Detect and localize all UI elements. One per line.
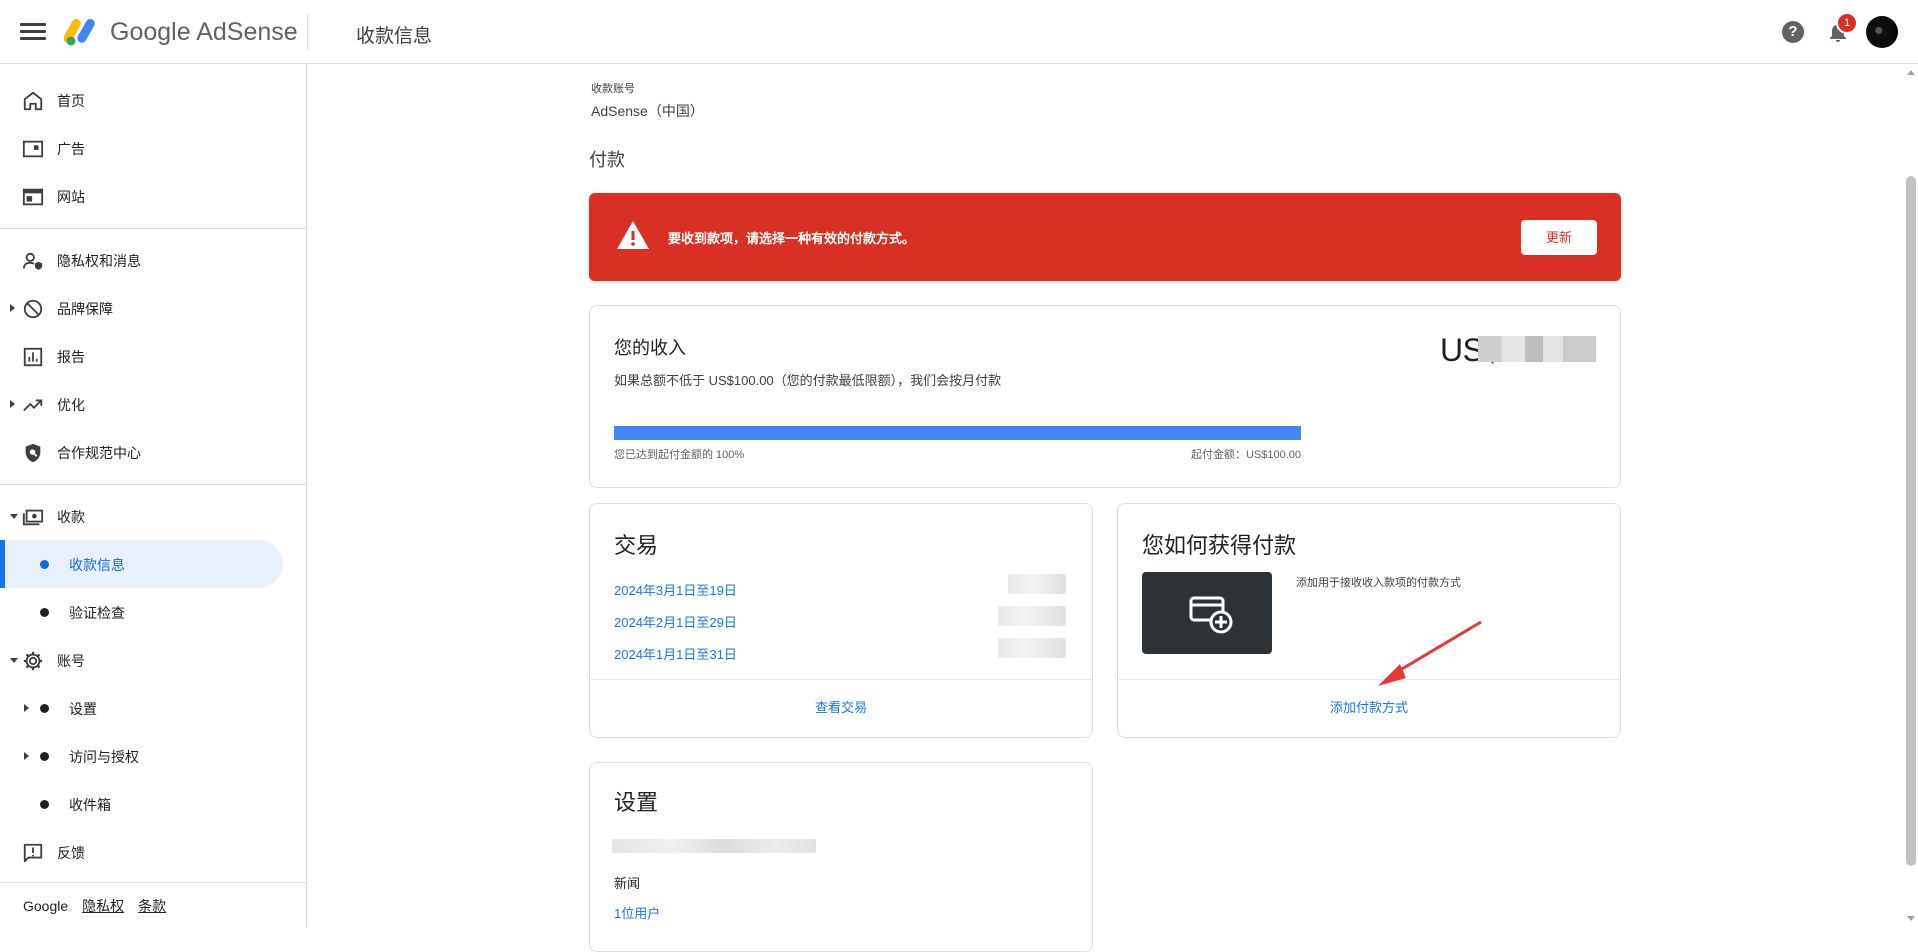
transaction-link[interactable]: 2024年3月1日至19日	[614, 580, 737, 599]
sidebar-item-reports[interactable]: 报告	[0, 332, 306, 380]
payments-section-title: 付款	[589, 150, 625, 170]
earnings-amount-redacted	[1478, 336, 1596, 362]
settings-news: 新闻	[614, 876, 641, 891]
payment-account-value: AdSense（中国）	[591, 103, 704, 119]
transaction-link[interactable]: 2024年2月1日至29日	[614, 612, 737, 631]
bullet-icon	[40, 704, 49, 713]
notification-badge: 1	[1836, 12, 1858, 34]
page-title: 收款信息	[356, 26, 433, 47]
payment-method-alert: 要收到款项，请选择一种有效的付款方式。 更新	[589, 193, 1621, 281]
ads-icon	[22, 140, 44, 158]
collapse-caret-icon[interactable]	[10, 514, 18, 519]
privacy-icon	[22, 252, 43, 270]
bullet-icon	[40, 752, 49, 761]
settings-users-link[interactable]: 1位用户	[614, 903, 660, 922]
how-you-get-paid-card: 您如何获得付款 添加用于接收收入款项的付款方式 添加付款方式	[1117, 503, 1621, 738]
bullet-icon	[40, 608, 49, 617]
transaction-amount-redacted	[998, 606, 1066, 626]
sidebar-item-access-authorization[interactable]: 访问与授权	[0, 732, 306, 780]
earnings-card: 您的收入 如果总额不低于 US$100.00（您的付款最低限额），我们会按月付款…	[589, 305, 1621, 488]
home-icon	[23, 91, 43, 111]
transaction-amount-redacted	[1008, 574, 1066, 594]
how-paid-title: 您如何获得付款	[1142, 533, 1297, 558]
sidebar-divider	[0, 882, 306, 883]
settings-card: 设置 新闻 1位用户	[589, 762, 1093, 952]
scroll-up-icon[interactable]	[1907, 70, 1915, 75]
sidebar-item-inbox[interactable]: 收件箱	[0, 780, 306, 828]
help-icon[interactable]: ?	[1782, 21, 1804, 43]
how-paid-description: 添加用于接收收入款项的付款方式	[1296, 577, 1461, 589]
bullet-icon	[40, 560, 49, 569]
bullet-icon	[40, 800, 49, 809]
active-indicator	[0, 540, 5, 588]
expand-caret-icon[interactable]	[10, 400, 15, 408]
view-transactions-link[interactable]: 查看交易	[590, 679, 1092, 737]
sidebar-item-feedback[interactable]: 反馈	[0, 828, 306, 876]
expand-caret-icon[interactable]	[24, 752, 29, 760]
transactions-card: 交易 2024年3月1日至19日 2024年2月1日至29日 2024年1月1日…	[589, 503, 1093, 738]
adsense-logo-icon[interactable]	[64, 16, 100, 48]
progress-threshold-text: 起付金额：US$100.00	[1190, 449, 1301, 461]
feedback-icon	[23, 843, 43, 863]
sidebar-item-payments[interactable]: 收款	[0, 492, 306, 540]
avatar[interactable]	[1866, 16, 1898, 48]
transaction-amount-redacted	[998, 638, 1066, 658]
update-button[interactable]: 更新	[1521, 220, 1597, 255]
sidebar-item-verification[interactable]: 验证检查	[0, 588, 306, 636]
earnings-description: 如果总额不低于 US$100.00（您的付款最低限额），我们会按月付款	[614, 373, 1002, 388]
brand-name[interactable]: Google AdSense	[110, 18, 298, 47]
collapse-caret-icon[interactable]	[10, 658, 18, 663]
sidebar-item-payment-info[interactable]: 收款信息	[0, 540, 283, 588]
payment-account-label: 收款账号	[591, 83, 635, 95]
sidebar-footer: Google 隐私权 条款	[23, 896, 166, 916]
footer-terms-link[interactable]: 条款	[138, 898, 166, 914]
sidebar-item-home[interactable]: 首页	[0, 76, 306, 124]
sidebar-divider	[0, 484, 306, 485]
alert-message: 要收到款项，请选择一种有效的付款方式。	[668, 231, 916, 246]
sidebar-item-privacy-messaging[interactable]: 隐私权和消息	[0, 236, 306, 284]
annotation-arrow-icon	[1378, 620, 1482, 686]
progress-percent-text: 您已达到起付金额的 100%	[614, 449, 745, 461]
earnings-title: 您的收入	[614, 338, 686, 358]
payment-method-tile[interactable]	[1142, 572, 1272, 654]
sidebar-item-optimization[interactable]: 优化	[0, 380, 306, 428]
gear-icon	[23, 651, 43, 671]
transactions-title: 交易	[614, 533, 659, 558]
expand-caret-icon[interactable]	[10, 304, 15, 312]
scroll-thumb[interactable]	[1906, 176, 1916, 866]
policy-icon	[25, 443, 41, 463]
block-icon	[23, 299, 43, 319]
add-card-icon	[1189, 596, 1233, 634]
header-divider	[307, 14, 308, 50]
footer-privacy-link[interactable]: 隐私权	[82, 898, 124, 914]
menu-icon[interactable]	[20, 20, 46, 44]
sidebar-item-ads[interactable]: 广告	[0, 124, 306, 172]
add-payment-method-link[interactable]: 添加付款方式	[1118, 679, 1620, 737]
warning-icon	[617, 221, 649, 249]
top-app-bar: Google AdSense 收款信息 ? 1	[0, 0, 1918, 64]
sidebar-item-settings[interactable]: 设置	[0, 684, 306, 732]
sidebar-item-account[interactable]: 账号	[0, 636, 306, 684]
sidebar-item-sites[interactable]: 网站	[0, 172, 306, 220]
report-icon	[23, 347, 43, 367]
sidebar-item-brand-safety[interactable]: 品牌保障	[0, 284, 306, 332]
sidebar: 首页 广告 网站 隐私权和消息 品牌保障 报告 优化 合作规范中心 收款 收款信…	[0, 64, 307, 927]
transaction-link[interactable]: 2024年1月1日至31日	[614, 644, 737, 663]
settings-title: 设置	[614, 790, 659, 815]
expand-caret-icon[interactable]	[24, 704, 29, 712]
scroll-down-icon[interactable]	[1907, 916, 1915, 921]
sidebar-divider	[0, 228, 306, 229]
threshold-progress-bar	[614, 426, 1301, 440]
sites-icon	[22, 188, 44, 206]
sidebar-item-policy-center[interactable]: 合作规范中心	[0, 428, 306, 476]
footer-google: Google	[23, 898, 69, 914]
trending-icon	[23, 399, 43, 412]
main-scrollbar[interactable]	[1904, 64, 1918, 927]
settings-redacted-text	[612, 839, 816, 853]
payments-icon	[22, 509, 44, 526]
